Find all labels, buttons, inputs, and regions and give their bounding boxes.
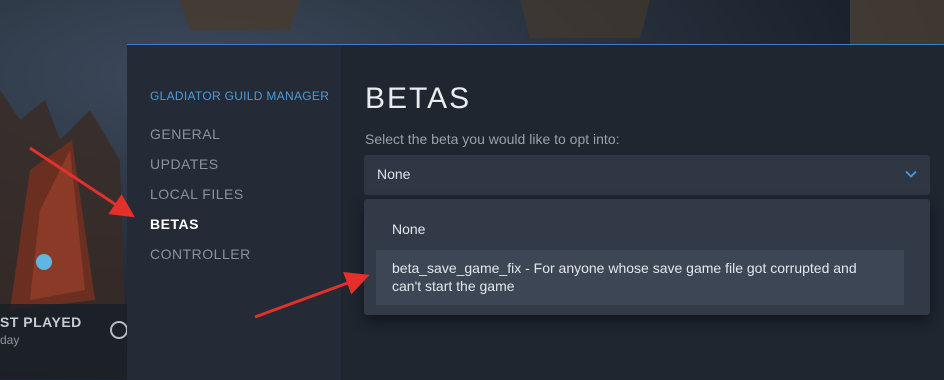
sidebar-item-controller[interactable]: CONTROLLER: [150, 246, 251, 262]
betas-panel: BETAS Select the beta you would like to …: [341, 45, 944, 380]
last-played-panel: ST PLAYED day: [0, 304, 128, 379]
beta-dropdown-menu: None beta_save_game_fix - For anyone who…: [364, 199, 930, 315]
game-title: GLADIATOR GUILD MANAGER: [150, 89, 330, 103]
sidebar-item-betas[interactable]: BETAS: [150, 216, 199, 232]
properties-dialog: GLADIATOR GUILD MANAGER GENERAL UPDATES …: [127, 44, 944, 380]
sidebar-item-general[interactable]: GENERAL: [150, 126, 220, 142]
page-title: BETAS: [365, 82, 472, 115]
beta-option-none[interactable]: None: [376, 217, 904, 241]
sidebar-item-local-files[interactable]: LOCAL FILES: [150, 186, 244, 202]
clock-icon: [110, 321, 128, 339]
beta-prompt: Select the beta you would like to opt in…: [365, 131, 620, 147]
beta-option-save-game-fix[interactable]: beta_save_game_fix - For anyone whose sa…: [376, 250, 904, 305]
beta-select-value: None: [377, 166, 411, 182]
sidebar-item-updates[interactable]: UPDATES: [150, 156, 219, 172]
chevron-down-icon: [905, 170, 917, 178]
last-played-label: ST PLAYED: [0, 314, 82, 330]
last-played-value: day: [0, 333, 20, 347]
beta-select[interactable]: None: [364, 155, 930, 195]
sidebar: GLADIATOR GUILD MANAGER GENERAL UPDATES …: [127, 45, 341, 380]
